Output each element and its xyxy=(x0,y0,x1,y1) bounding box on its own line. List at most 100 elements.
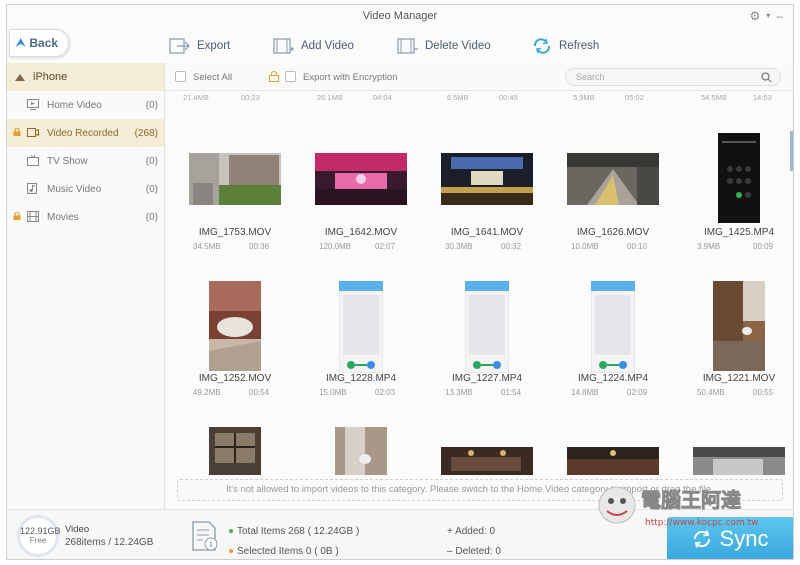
device-row-iphone[interactable]: iPhone xyxy=(7,63,164,91)
tv-icon xyxy=(27,155,39,166)
video-thumbnail xyxy=(315,153,407,205)
video-thumbnail xyxy=(209,281,261,371)
added-stat: + Added: 0 xyxy=(447,526,495,537)
video-duration: 02:03 xyxy=(375,388,396,397)
video-tile[interactable]: IMG_1425.MP4 3.9MB 00:09 xyxy=(679,131,793,259)
video-thumbnail xyxy=(465,281,509,373)
video-name: IMG_1641.MOV xyxy=(450,227,524,238)
video-tile[interactable]: IMG_1753.MOV 34.5MB 00:36 xyxy=(175,149,295,259)
video-name: IMG_1642.MOV xyxy=(324,227,398,238)
video-thumbnail xyxy=(718,133,760,223)
video-duration: 00:54 xyxy=(249,388,270,397)
video-tile[interactable]: IMG_1252.MOV 49.2MB 00:54 xyxy=(175,279,295,405)
video-name: IMG_1626.MOV xyxy=(576,227,650,238)
search-placeholder: Search xyxy=(576,72,605,82)
video-duration: 00:09 xyxy=(753,242,774,251)
export-encryption-checkbox[interactable] xyxy=(285,71,296,82)
refresh-icon xyxy=(533,38,551,54)
selected-items-text: Selected Items 0 ( 0B ) xyxy=(237,546,339,557)
video-duration: 00:36 xyxy=(249,242,270,251)
video-thumbnail[interactable] xyxy=(693,447,785,475)
import-notice: It's not allowed to import videos to thi… xyxy=(177,479,783,501)
video-duration: 00:32 xyxy=(501,242,522,251)
deleted-text: Deleted: 0 xyxy=(455,546,501,557)
video-size: 120.0MB xyxy=(319,242,352,251)
sidebar-item-tv-show[interactable]: TV Show (0) xyxy=(7,147,164,175)
video-size: 49.2MB xyxy=(193,388,221,397)
video-tile[interactable]: IMG_1224.MP4 14.8MB 02:09 xyxy=(553,279,673,405)
content-header: Select All Export with Encryption Search xyxy=(165,63,793,91)
sync-button[interactable]: Sync xyxy=(667,517,793,559)
device-name: iPhone xyxy=(33,71,68,83)
settings-icon[interactable]: ⚙ xyxy=(750,9,761,23)
video-thumbnail xyxy=(713,281,765,371)
video-name: IMG_1252.MOV xyxy=(198,373,272,384)
deleted-stat: – Deleted: 0 xyxy=(447,546,501,557)
eject-icon xyxy=(15,73,25,81)
video-duration: 04:04 xyxy=(373,93,392,102)
video-duration: 02:07 xyxy=(375,242,396,251)
minimize-icon[interactable]: – xyxy=(776,9,783,23)
video-size: 30.3MB xyxy=(445,242,473,251)
select-all-label: Select All xyxy=(193,72,233,83)
selected-items-stat: Selected Items 0 ( 0B ) xyxy=(229,546,339,557)
video-thumbnail[interactable] xyxy=(209,427,261,475)
sidebar-item-count: (0) xyxy=(145,212,158,223)
search-input[interactable]: Search xyxy=(565,68,781,86)
green-dot xyxy=(229,529,233,534)
video-duration: 01:54 xyxy=(501,388,522,397)
video-size: 3.9MB xyxy=(697,242,721,251)
video-tile[interactable]: IMG_1227.MP4 13.3MB 01:54 xyxy=(427,279,547,405)
video-size: 6.5MB xyxy=(447,93,469,102)
search-icon[interactable] xyxy=(761,72,772,83)
export-encryption-label: Export with Encryption xyxy=(303,72,398,83)
video-tile[interactable]: IMG_1642.MOV 120.0MB 02:07 xyxy=(301,149,421,259)
add-video-button[interactable]: Add Video xyxy=(273,35,354,57)
video-tile[interactable]: IMG_1221.MOV 50.4MB 00:55 xyxy=(679,279,793,405)
video-duration: 00:23 xyxy=(241,93,260,102)
video-tile[interactable]: IMG_1641.MOV 30.3MB 00:32 xyxy=(427,149,547,259)
video-size: 26.1MB xyxy=(317,93,343,102)
select-all-checkbox[interactable] xyxy=(175,71,186,82)
dropdown-icon[interactable]: ▾ xyxy=(766,9,770,23)
video-thumbnail xyxy=(441,153,533,205)
video-thumbnail xyxy=(339,281,383,373)
video-size: 14.8MB xyxy=(571,388,599,397)
video-tile[interactable]: IMG_1626.MOV 10.0MB 00:10 xyxy=(553,149,673,259)
sidebar-item-music-video[interactable]: Music Video (0) xyxy=(7,175,164,203)
scrollbar-thumb[interactable] xyxy=(790,131,793,171)
video-size: 54.5MB xyxy=(701,93,727,102)
video-tile[interactable]: IMG_1228.MP4 15.0MB 02:03 xyxy=(301,279,421,405)
video-name: IMG_1227.MP4 xyxy=(451,373,523,384)
sidebar-item-movies[interactable]: Movies (0) xyxy=(7,203,164,231)
storage-gauge: 122.91GB Free xyxy=(17,515,61,557)
export-button[interactable]: Export xyxy=(169,35,230,57)
double-chevron-up-icon: ⮝ xyxy=(16,36,26,49)
total-items-text: Total Items 268 ( 12.24GB ) xyxy=(237,526,360,537)
video-thumbnail xyxy=(567,153,659,205)
sync-label: Sync xyxy=(719,526,769,551)
video-name: IMG_1753.MOV xyxy=(198,227,272,238)
video-thumbnail[interactable] xyxy=(567,447,659,475)
video-thumbnail[interactable] xyxy=(335,427,387,475)
video-thumbnail[interactable] xyxy=(441,447,533,475)
video-size: 34.5MB xyxy=(193,242,221,251)
sidebar-item-label: Music Video xyxy=(47,184,102,195)
back-button[interactable]: ⮝ Back xyxy=(9,29,69,57)
delete-video-button[interactable]: Delete Video xyxy=(397,35,491,57)
video-grid: 21.4MB 00:23 26.1MB 04:04 6.5MB 00:45 5.… xyxy=(165,91,793,475)
sidebar-item-count: (0) xyxy=(145,156,158,167)
sidebar-item-home-video[interactable]: Home Video (0) xyxy=(7,91,164,119)
delete-video-icon xyxy=(397,38,418,54)
video-size: 21.4MB xyxy=(183,93,209,102)
sidebar-item-video-recorded[interactable]: Video Recorded (268) xyxy=(7,119,164,147)
video-duration: 14:53 xyxy=(753,93,772,102)
refresh-button[interactable]: Refresh xyxy=(531,35,599,57)
added-text: Added: 0 xyxy=(455,526,496,537)
sync-icon xyxy=(693,530,710,548)
video-thumbnail xyxy=(591,281,635,373)
video-name: IMG_1425.MP4 xyxy=(703,227,775,238)
video-name: IMG_1224.MP4 xyxy=(577,373,649,384)
video-size: 5.9MB xyxy=(573,93,595,102)
add-video-label: Add Video xyxy=(301,40,354,52)
